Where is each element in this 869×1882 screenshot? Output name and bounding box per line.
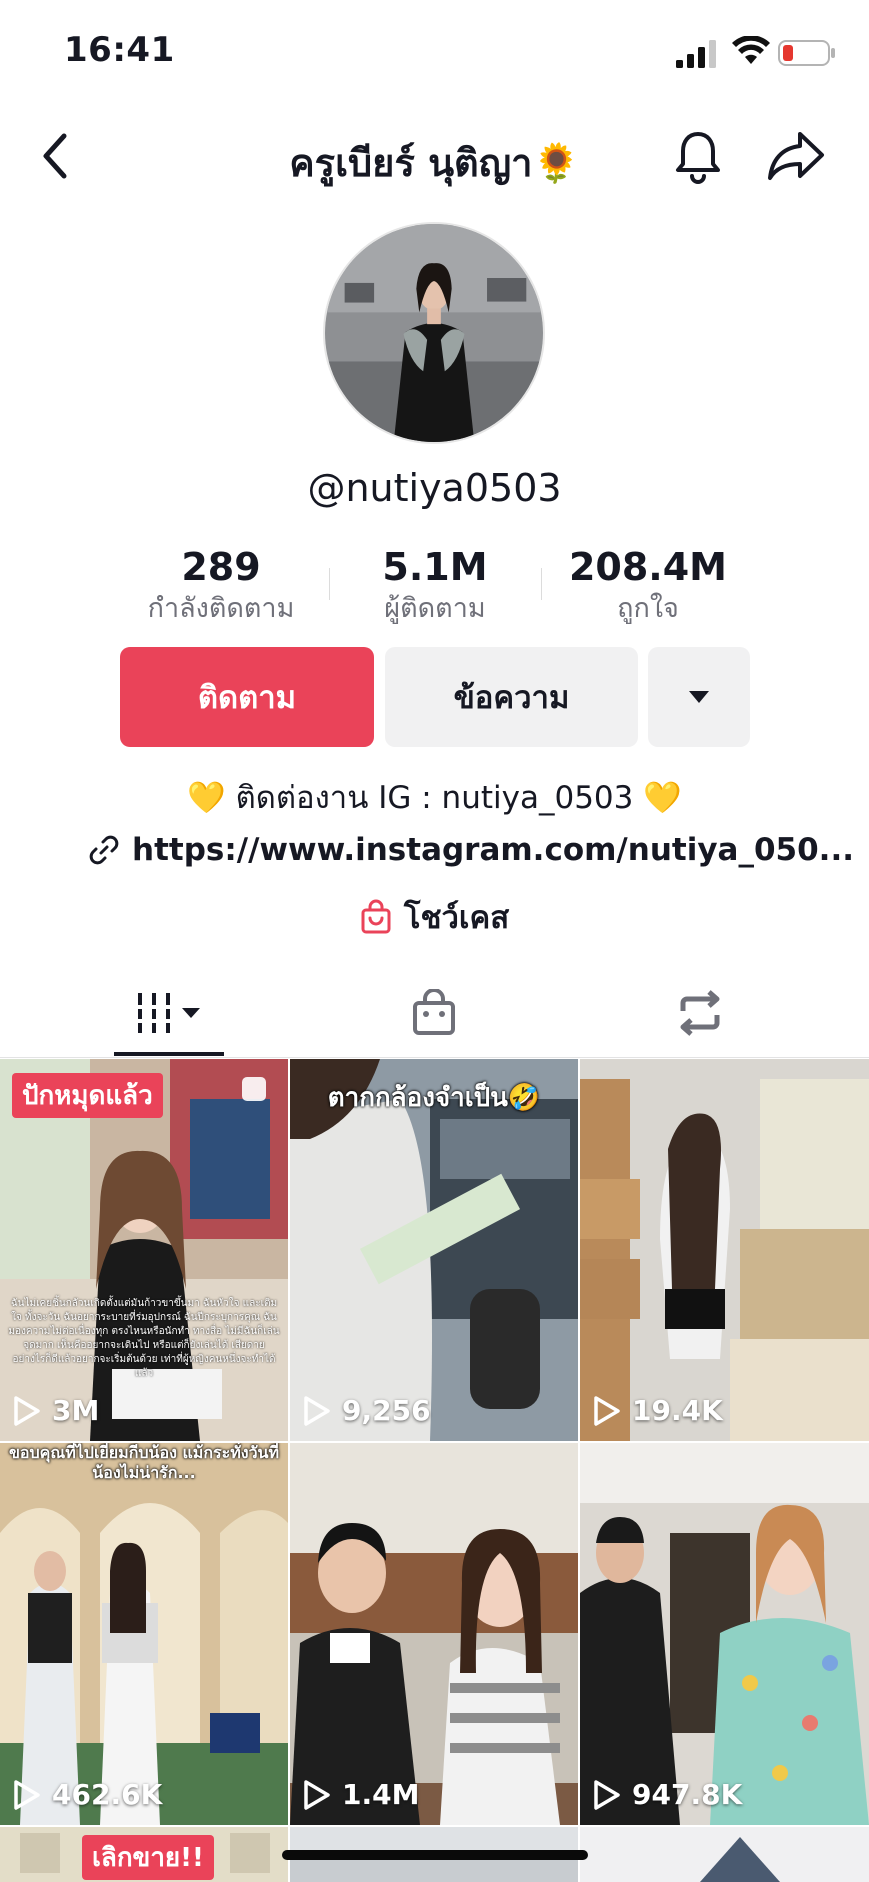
play-icon bbox=[304, 1779, 330, 1810]
video-thumbnail bbox=[580, 1059, 869, 1441]
shopping-bag-icon bbox=[361, 899, 391, 934]
stat-value: 5.1M bbox=[382, 545, 488, 589]
view-count: 1.4M bbox=[302, 1778, 419, 1811]
video-tile[interactable]: ขอบคุณที่ไปเยี่ยมกีบน้อง แม้กระทั่งวันที… bbox=[0, 1443, 288, 1825]
view-count: 19.4K bbox=[592, 1394, 723, 1427]
view-count-text: 947.8K bbox=[632, 1778, 743, 1811]
username: @nutiya0503 bbox=[307, 466, 562, 510]
shop-bag-icon bbox=[413, 989, 455, 1035]
stat-label: ถูกใจ bbox=[617, 593, 679, 624]
video-tile[interactable]: เลิกขาย!! bbox=[0, 1827, 288, 1882]
view-count-text: 9,256 bbox=[342, 1394, 431, 1427]
video-tile[interactable]: 19.4K bbox=[580, 1059, 869, 1441]
bell-icon[interactable] bbox=[668, 126, 728, 186]
page-title: ครูเบียร์ นุติญา🌻 bbox=[289, 141, 580, 185]
home-indicator bbox=[282, 1850, 588, 1860]
stat-following[interactable]: 289 กำลังติดตาม bbox=[130, 546, 312, 628]
nav-bar: ครูเบียร์ นุติญา🌻 bbox=[0, 110, 869, 200]
follow-button[interactable]: ติดตาม bbox=[120, 647, 374, 747]
video-text-overlay: เลิกขาย!! bbox=[82, 1835, 214, 1880]
stat-label: ผู้ติดตาม bbox=[384, 593, 486, 624]
tab-active-indicator bbox=[114, 1052, 224, 1056]
more-options-button[interactable] bbox=[648, 647, 750, 747]
video-thumbnail bbox=[290, 1443, 578, 1825]
video-thumbnail bbox=[0, 1443, 288, 1825]
view-count-text: 3M bbox=[52, 1394, 100, 1427]
video-thumbnail bbox=[580, 1443, 869, 1825]
view-count: 947.8K bbox=[592, 1778, 742, 1811]
link-icon bbox=[89, 835, 119, 865]
play-icon bbox=[304, 1395, 330, 1426]
video-tile[interactable]: 947.8K bbox=[580, 1443, 869, 1825]
video-text-overlay: ตากกล้องจำเป็น🤣 bbox=[327, 1083, 541, 1113]
stat-divider bbox=[329, 568, 330, 600]
tab-videos[interactable] bbox=[114, 986, 224, 1040]
message-button[interactable]: ข้อความ bbox=[385, 647, 638, 747]
tab-shop[interactable] bbox=[394, 986, 474, 1040]
video-thumbnail bbox=[580, 1827, 869, 1882]
profile-tabs bbox=[0, 968, 869, 1058]
share-arrow-icon[interactable] bbox=[766, 128, 826, 184]
video-tile[interactable]: ปักหมุดแล้ว ฉันไม่เคยชิ้นกลัวนเกิดตั้งแต… bbox=[0, 1059, 288, 1441]
bio-link-text: https://www.instagram.com/nutiya_050... bbox=[132, 832, 855, 868]
view-count: 3M bbox=[12, 1394, 99, 1427]
stat-label: กำลังติดตาม bbox=[147, 593, 295, 624]
back-chevron-icon[interactable] bbox=[36, 130, 76, 182]
profile-stats: 289 กำลังติดตาม 5.1M ผู้ติดตาม 208.4M ถู… bbox=[0, 546, 869, 626]
video-tile[interactable] bbox=[580, 1827, 869, 1882]
avatar[interactable] bbox=[323, 222, 545, 444]
status-bar: 16:41 bbox=[0, 0, 869, 100]
view-count: 462.6K bbox=[12, 1778, 162, 1811]
view-count-text: 19.4K bbox=[632, 1394, 723, 1427]
video-caption-overlay: ฉันไม่เคยชิ้นกลัวนเกิดตั้งแต่มันก้าวขาขึ… bbox=[8, 1298, 280, 1379]
stat-followers[interactable]: 5.1M ผู้ติดตาม bbox=[356, 546, 514, 628]
tab-repost[interactable] bbox=[660, 986, 740, 1040]
status-time: 16:41 bbox=[64, 30, 175, 70]
play-icon bbox=[14, 1779, 40, 1810]
multi-photo-icon bbox=[242, 1077, 266, 1101]
video-tile[interactable]: 1.4M bbox=[290, 1443, 578, 1825]
showcase-label: โชว์เคส bbox=[403, 900, 510, 936]
play-icon bbox=[14, 1395, 40, 1426]
play-icon bbox=[594, 1395, 620, 1426]
video-text-overlay: ขอบคุณที่ไปเยี่ยมกีบน้อง แม้กระทั่งวันที… bbox=[8, 1443, 280, 1482]
videos-grid-icon bbox=[134, 993, 200, 1033]
stat-value: 289 bbox=[181, 545, 261, 589]
showcase-link[interactable]: โชว์เคส bbox=[0, 892, 869, 942]
signal-icon bbox=[676, 40, 716, 68]
wifi-icon bbox=[732, 36, 770, 64]
view-count-text: 1.4M bbox=[342, 1778, 420, 1811]
bio-link[interactable]: https://www.instagram.com/nutiya_050... bbox=[88, 828, 854, 872]
view-count-text: 462.6K bbox=[52, 1778, 163, 1811]
view-count: 9,256 bbox=[302, 1394, 431, 1427]
caret-down-icon bbox=[689, 691, 709, 703]
pinned-badge: ปักหมุดแล้ว bbox=[12, 1073, 163, 1118]
stat-likes[interactable]: 208.4M ถูกใจ bbox=[560, 546, 736, 628]
battery-low-icon bbox=[778, 40, 835, 66]
avatar-photo bbox=[325, 224, 543, 442]
play-icon bbox=[594, 1779, 620, 1810]
bio-text: 💛 ติดต่องาน IG : nutiya_0503 💛 bbox=[187, 780, 682, 816]
repost-icon bbox=[680, 990, 720, 1036]
stat-value: 208.4M bbox=[568, 545, 727, 589]
stat-divider bbox=[541, 568, 542, 600]
video-tile[interactable]: ตากกล้องจำเป็น🤣 9,256 bbox=[290, 1059, 578, 1441]
